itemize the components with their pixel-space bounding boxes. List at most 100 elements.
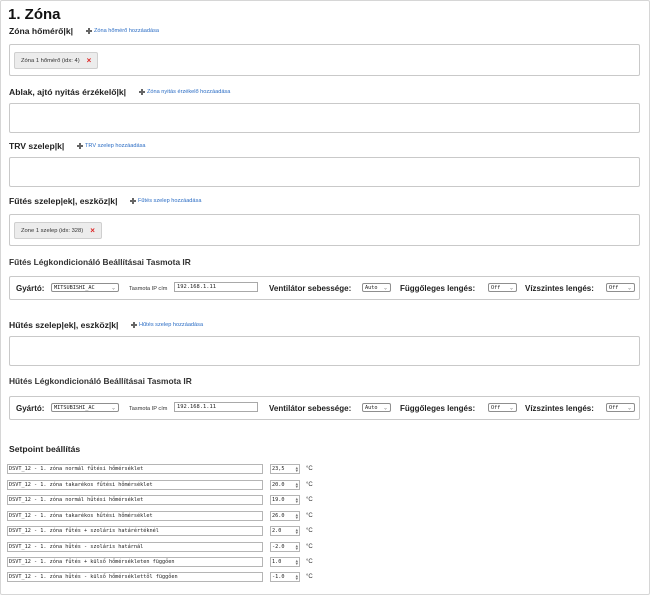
setpoint-value: 19.0: [272, 497, 285, 503]
setpoint-unit: °C: [306, 497, 313, 503]
spinner-icon[interactable]: ▲ ▼: [296, 482, 298, 489]
spinner-icon[interactable]: ▲ ▼: [296, 544, 298, 551]
cooling-valves-heading: Hűtés szelep|ek|, eszköz|k|: [9, 320, 119, 330]
heating-valves-box: Zone 1 szelep (idx: 328) ×: [9, 214, 640, 246]
setpoint-value: 2.0: [272, 528, 282, 534]
setpoint-name: DSVT_12 - 1. zóna takarékos hűtési hőmér…: [7, 511, 263, 521]
spinner-icon[interactable]: ▲ ▼: [296, 528, 298, 535]
heating-hswing-select[interactable]: Off ⌄: [606, 283, 635, 292]
add-trv-valve-link[interactable]: TRV szelep hozzáadása: [77, 143, 146, 149]
cooling-vswing-label: Függőleges lengés:: [400, 404, 476, 413]
chevron-down-icon: ⌄: [111, 405, 115, 411]
setpoint-unit: °C: [306, 574, 313, 580]
heating-maker-label: Gyártó:: [16, 284, 45, 293]
cooling-ac-heading: Hűtés Légkondicionáló Beállításai Tasmot…: [9, 376, 192, 386]
remove-icon[interactable]: ×: [87, 56, 92, 65]
setpoint-unit: °C: [306, 544, 313, 550]
heating-ip-input[interactable]: 192.168.1.11: [174, 282, 258, 292]
cooling-fan-label: Ventilátor sebessége:: [269, 404, 352, 413]
setpoint-value: 1.0: [272, 559, 282, 565]
spinner-icon[interactable]: ▲ ▼: [296, 513, 298, 520]
plus-icon: [131, 322, 137, 328]
spinner-icon[interactable]: ▲ ▼: [296, 559, 298, 566]
add-window-sensor-label: Zóna nyitás érzékelő hozzáadása: [147, 89, 231, 95]
cooling-ac-box: Gyártó: MITSUBISHI_AC ⌄ Tasmota IP cím 19…: [9, 396, 640, 420]
heating-ip-label: Tasmota IP cím: [129, 286, 168, 292]
setpoints-heading: Setpoint beállítás: [9, 444, 81, 454]
heating-fan-label: Ventilátor sebessége:: [269, 284, 352, 293]
chevron-down-icon: ⌄: [383, 285, 387, 291]
heating-ac-heading: Fűtés Légkondicionáló Beállításai Tasmot…: [9, 257, 191, 267]
zone-title: 1. Zóna: [8, 6, 61, 23]
cooling-maker-select[interactable]: MITSUBISHI_AC ⌄: [51, 403, 119, 412]
chevron-down-icon: ⌄: [627, 405, 631, 411]
setpoint-name: DSVT_12 - 1. zóna hűtés - külső hőmérsék…: [7, 572, 263, 582]
add-heating-valve-link[interactable]: Fűtés szelep hozzáadása: [130, 198, 201, 204]
cooling-fan-value: Auto: [365, 405, 378, 411]
chevron-down-icon: ⌄: [509, 405, 513, 411]
add-thermometer-link[interactable]: Zóna hőmérő hozzáadása: [86, 28, 159, 34]
trv-valves-heading: TRV szelep|k|: [9, 141, 65, 151]
plus-icon: [130, 198, 136, 204]
heating-maker-value: MITSUBISHI_AC: [54, 285, 95, 291]
remove-icon[interactable]: ×: [90, 226, 95, 235]
heating-valve-chip-label: Zone 1 szelep (idx: 328): [21, 227, 84, 234]
cooling-vswing-value: Off: [491, 405, 501, 411]
cooling-valves-box: [9, 336, 640, 366]
add-thermometer-label: Zóna hőmérő hozzáadása: [94, 28, 159, 34]
setpoint-value-input[interactable]: 20.0 ▲ ▼: [270, 480, 300, 490]
cooling-hswing-value: Off: [609, 405, 619, 411]
chevron-down-icon: ⌄: [111, 285, 115, 291]
add-cooling-valve-label: Hűtés szelep hozzáadása: [139, 322, 204, 328]
setpoint-value-input[interactable]: -2.0 ▲ ▼: [270, 542, 300, 552]
chevron-down-icon: ⌄: [383, 405, 387, 411]
heating-ac-box: Gyártó: MITSUBISHI_AC ⌄ Tasmota IP cím 19…: [9, 276, 640, 300]
heating-hswing-label: Vízszintes lengés:: [525, 284, 594, 293]
cooling-hswing-label: Vízszintes lengés:: [525, 404, 594, 413]
spinner-icon[interactable]: ▲ ▼: [296, 466, 298, 473]
cooling-fan-select[interactable]: Auto ⌄: [362, 403, 391, 412]
setpoint-value: -1.0: [272, 574, 285, 580]
cooling-ip-label: Tasmota IP cím: [129, 406, 168, 412]
thermometer-chip-label: Zóna 1 hőmérő (idx: 4): [21, 57, 80, 64]
plus-icon: [139, 89, 145, 95]
heating-vswing-value: Off: [491, 285, 501, 291]
setpoint-value-input[interactable]: 19.0 ▲ ▼: [270, 495, 300, 505]
setpoint-value-input[interactable]: 1.0 ▲ ▼: [270, 557, 300, 567]
heating-fan-select[interactable]: Auto ⌄: [362, 283, 391, 292]
add-heating-valve-label: Fűtés szelep hozzáadása: [138, 198, 202, 204]
setpoint-name: DSVT_12 - 1. zóna fűtés + szoláris határ…: [7, 526, 263, 536]
setpoint-value-input[interactable]: 2.0 ▲ ▼: [270, 526, 300, 536]
window-sensors-box: [9, 103, 640, 133]
add-window-sensor-link[interactable]: Zóna nyitás érzékelő hozzáadása: [139, 89, 230, 95]
setpoint-value: 20.0: [272, 482, 285, 488]
heating-vswing-label: Függőleges lengés:: [400, 284, 476, 293]
setpoint-unit: °C: [306, 482, 313, 488]
setpoint-value-input[interactable]: 23,5 ▲ ▼: [270, 464, 300, 474]
plus-icon: [77, 143, 83, 149]
setpoint-name: DSVT_12 - 1. zóna takarékos fűtési hőmér…: [7, 480, 263, 490]
cooling-hswing-select[interactable]: Off ⌄: [606, 403, 635, 412]
setpoint-unit: °C: [306, 528, 313, 534]
setpoint-name: DSVT_12 - 1. zóna fűtés + külső hőmérsék…: [7, 557, 263, 567]
heating-maker-select[interactable]: MITSUBISHI_AC ⌄: [51, 283, 119, 292]
setpoint-value: 23,5: [272, 466, 285, 472]
trv-valves-box: [9, 157, 640, 187]
spinner-icon[interactable]: ▲ ▼: [296, 574, 298, 581]
add-cooling-valve-link[interactable]: Hűtés szelep hozzáadása: [131, 322, 203, 328]
setpoint-unit: °C: [306, 466, 313, 472]
setpoint-value-input[interactable]: -1.0 ▲ ▼: [270, 572, 300, 582]
add-trv-valve-label: TRV szelep hozzáadása: [85, 143, 146, 149]
cooling-ip-input[interactable]: 192.168.1.11: [174, 402, 258, 412]
setpoint-name: DSVT_12 - 1. zóna normál hűtési hőmérsék…: [7, 495, 263, 505]
setpoint-value-input[interactable]: 26.0 ▲ ▼: [270, 511, 300, 521]
plus-icon: [86, 28, 92, 34]
chevron-down-icon: ⌄: [509, 285, 513, 291]
setpoint-value: 26.0: [272, 513, 285, 519]
heating-hswing-value: Off: [609, 285, 619, 291]
heating-vswing-select[interactable]: Off ⌄: [488, 283, 517, 292]
spinner-icon[interactable]: ▲ ▼: [296, 497, 298, 504]
heating-valve-chip: Zone 1 szelep (idx: 328) ×: [14, 222, 102, 239]
setpoint-value: -2.0: [272, 544, 285, 550]
cooling-vswing-select[interactable]: Off ⌄: [488, 403, 517, 412]
